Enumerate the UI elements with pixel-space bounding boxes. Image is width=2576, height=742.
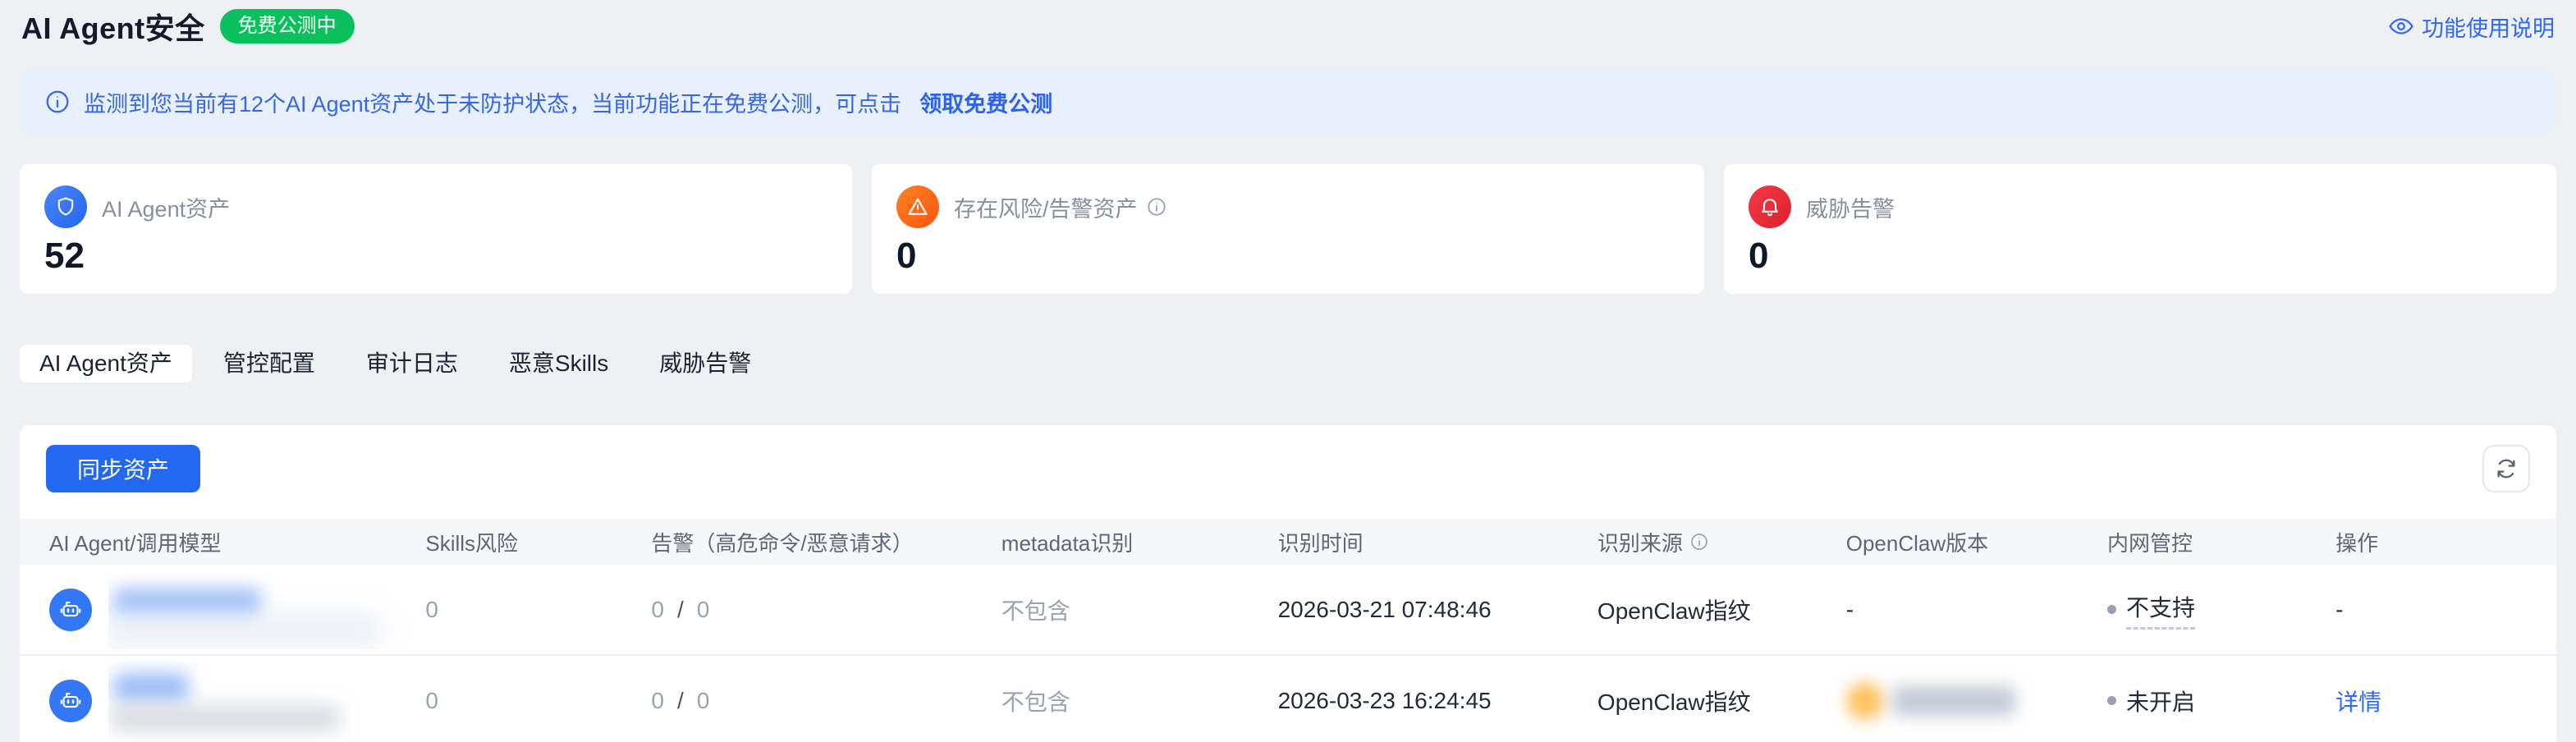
info-banner: 监测到您当前有12个AI Agent资产处于未防护状态，当前功能正在免费公测，可… [20,71,2556,133]
assets-panel: 同步资产 AI Agent/调用模型 Skills风险 告警（高危命令/恶意请求 [20,425,2556,742]
openclaw-version-value: - [1846,565,2107,655]
col-skills-risk: Skills风险 [425,519,651,565]
warning-triangle-icon [896,186,939,228]
tab-ai-agent-assets[interactable]: AI Agent资产 [20,345,192,382]
redacted-version-text [1892,686,2015,716]
stat-value: 52 [44,238,827,274]
alerts-value: 0/0 [651,655,1001,742]
metadata-value: 不包含 [1002,655,1278,742]
free-beta-badge: 免费公测中 [220,9,355,44]
stat-card-agent-assets: AI Agent资产 52 [20,164,852,294]
table-row: 0 0/0 不包含 2026-03-23 16:24:45 OpenClaw指纹 [20,655,2556,742]
stat-value: 0 [1749,238,2532,274]
eye-icon [2389,14,2413,39]
openclaw-version-redacted [1846,655,2107,742]
tab-malicious-skills[interactable]: 恶意Skills [489,345,628,382]
refresh-icon [2494,456,2519,481]
assets-table: AI Agent/调用模型 Skills风险 告警（高危命令/恶意请求） met… [20,519,2556,742]
skills-risk-value: 0 [425,565,651,655]
tab-threat-alerts[interactable]: 威胁告警 [639,345,771,382]
stat-label: 存在风险/告警资产 [954,191,1138,223]
refresh-button[interactable] [2482,445,2530,492]
toolbar: 同步资产 [20,445,2556,492]
tab-audit-log[interactable]: 审计日志 [346,345,478,382]
bell-icon [1749,186,1791,228]
help-link-label: 功能使用说明 [2422,11,2555,43]
col-detect-source: 识别来源 [1597,519,1846,565]
redacted-agent-name[interactable] [108,570,425,649]
info-icon[interactable] [1146,196,1167,218]
detect-time-value: 2026-03-21 07:48:46 [1278,565,1597,655]
detect-source-value: OpenClaw指纹 [1597,565,1846,655]
banner-text: 监测到您当前有12个AI Agent资产处于未防护状态，当前功能正在免费公测，可… [84,86,901,118]
stat-card-threat-alerts: 威胁告警 0 [1724,164,2556,294]
topbar: AI Agent安全 免费公测中 功能使用说明 [0,0,2576,53]
stat-value: 0 [896,238,1680,274]
tab-control-config[interactable]: 管控配置 [204,345,335,382]
intranet-control-value: 未开启 [2107,655,2335,742]
robot-icon [49,680,92,722]
detect-source-value: OpenClaw指纹 [1597,655,1846,742]
status-dot [2107,696,2116,705]
details-link[interactable]: 详情 [2335,689,2381,715]
tab-strip: AI Agent资产 管控配置 审计日志 恶意Skills 威胁告警 [20,345,2556,382]
info-icon [44,89,71,115]
col-actions: 操作 [2335,519,2556,565]
intranet-status-label: 未开启 [2126,685,2195,717]
stat-label: 威胁告警 [1806,191,1895,223]
stat-cards: AI Agent资产 52 存在风险/告警资产 [20,164,2556,294]
col-intranet-control: 内网管控 [2107,519,2335,565]
col-detect-time: 识别时间 [1278,519,1597,565]
detect-time-value: 2026-03-23 16:24:45 [1278,655,1597,742]
col-alerts: 告警（高危命令/恶意请求） [651,519,1001,565]
intranet-status-label[interactable]: 不支持 [2126,590,2195,630]
claim-beta-link[interactable]: 领取免费公测 [919,86,1052,118]
col-metadata: metadata识别 [1002,519,1278,565]
metadata-value: 不包含 [1002,565,1278,655]
page-title: AI Agent安全 [21,5,205,48]
redacted-version-icon [1846,682,1884,720]
alerts-value: 0/0 [651,565,1001,655]
action-cell: 详情 [2335,655,2556,742]
info-icon[interactable] [1689,532,1709,552]
status-dot [2107,605,2116,614]
skills-risk-value: 0 [425,655,651,742]
col-agent-model: AI Agent/调用模型 [20,519,425,565]
robot-icon [49,589,92,631]
stat-label: AI Agent资产 [102,191,230,223]
action-cell: - [2335,565,2556,655]
stat-card-risk-assets: 存在风险/告警资产 0 [872,164,1704,294]
table-row: 0 0/0 不包含 2026-03-21 07:48:46 OpenClaw指纹… [20,565,2556,655]
redacted-agent-name[interactable] [108,662,425,740]
col-openclaw-version: OpenClaw版本 [1846,519,2107,565]
help-link[interactable]: 功能使用说明 [2389,11,2555,43]
shield-icon [44,186,87,228]
sync-assets-button[interactable]: 同步资产 [46,445,200,492]
intranet-control-value: 不支持 [2107,565,2335,655]
table-header-row: AI Agent/调用模型 Skills风险 告警（高危命令/恶意请求） met… [20,519,2556,565]
